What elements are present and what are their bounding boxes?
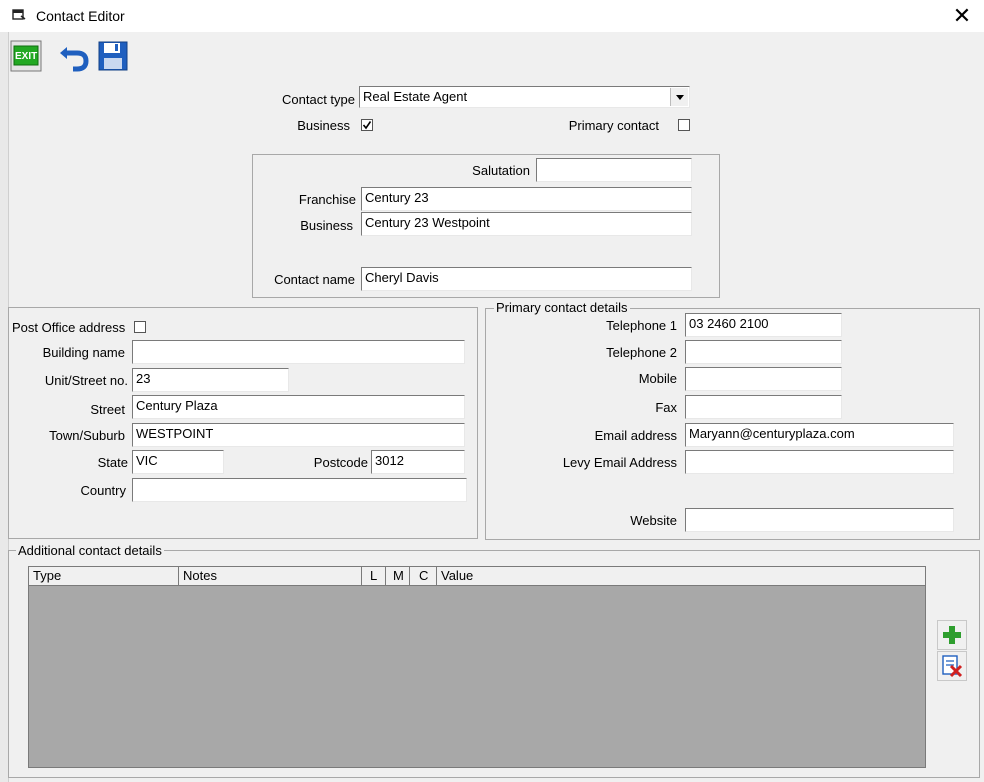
building-name-input[interactable] bbox=[132, 340, 465, 364]
levy-email-input[interactable] bbox=[685, 450, 954, 474]
title-bar: Contact Editor ✕ bbox=[0, 0, 984, 32]
save-button[interactable] bbox=[96, 39, 130, 73]
additional-contacts-grid[interactable]: Type Notes L M C Value bbox=[28, 566, 926, 768]
add-contact-detail-button[interactable] bbox=[937, 620, 967, 650]
fax-input[interactable] bbox=[685, 395, 842, 419]
column-header-m[interactable]: M bbox=[386, 567, 410, 585]
column-header-l[interactable]: L bbox=[362, 567, 386, 585]
salutation-input[interactable] bbox=[536, 158, 692, 182]
additional-contact-details-legend: Additional contact details bbox=[16, 543, 164, 558]
column-header-notes[interactable]: Notes bbox=[179, 567, 362, 585]
window-title: Contact Editor bbox=[36, 8, 125, 24]
contact-type-value: Real Estate Agent bbox=[363, 89, 468, 104]
telephone-2-label: Telephone 2 bbox=[606, 345, 677, 360]
email-address-input[interactable]: Maryann@centuryplaza.com bbox=[685, 423, 954, 447]
levy-email-label: Levy Email Address bbox=[562, 455, 677, 470]
business-name-label: Business bbox=[300, 218, 353, 233]
town-suburb-input[interactable]: WESTPOINT bbox=[132, 423, 465, 447]
fax-label: Fax bbox=[655, 400, 677, 415]
po-address-label: Post Office address bbox=[12, 320, 126, 335]
telephone-1-input[interactable]: 03 2460 2100 bbox=[685, 313, 842, 337]
save-icon bbox=[98, 41, 128, 71]
business-checkbox-label: Business bbox=[297, 118, 350, 133]
state-input[interactable]: VIC bbox=[132, 450, 224, 474]
website-label: Website bbox=[630, 513, 677, 528]
exit-button[interactable]: EXIT bbox=[9, 39, 43, 73]
postcode-label: Postcode bbox=[313, 455, 368, 470]
contact-type-label: Contact type bbox=[282, 92, 355, 107]
app-icon bbox=[12, 8, 26, 21]
close-button[interactable]: ✕ bbox=[948, 4, 976, 28]
contact-name-input[interactable]: Cheryl Davis bbox=[361, 267, 692, 291]
telephone-2-input[interactable] bbox=[685, 340, 842, 364]
undo-icon bbox=[60, 47, 89, 72]
primary-contact-checkbox[interactable] bbox=[678, 119, 690, 131]
check-icon bbox=[362, 121, 372, 130]
franchise-input[interactable]: Century 23 bbox=[361, 187, 692, 211]
mobile-label: Mobile bbox=[638, 371, 677, 386]
country-label: Country bbox=[80, 483, 126, 498]
primary-contact-label: Primary contact bbox=[568, 118, 659, 133]
email-address-label: Email address bbox=[594, 428, 677, 443]
column-header-type[interactable]: Type bbox=[29, 567, 179, 585]
grid-header: Type Notes L M C Value bbox=[29, 567, 925, 586]
town-suburb-label: Town/Suburb bbox=[49, 428, 125, 443]
po-address-checkbox[interactable] bbox=[134, 321, 146, 333]
exit-label: EXIT bbox=[15, 51, 38, 62]
country-input[interactable] bbox=[132, 478, 467, 502]
contact-name-label: Contact name bbox=[274, 272, 355, 287]
undo-button[interactable] bbox=[57, 39, 91, 73]
website-input[interactable] bbox=[685, 508, 954, 532]
street-input[interactable]: Century Plaza bbox=[132, 395, 465, 419]
building-name-label: Building name bbox=[42, 345, 125, 360]
primary-contact-details-legend: Primary contact details bbox=[494, 300, 630, 315]
salutation-label: Salutation bbox=[472, 163, 530, 178]
unit-street-label: Unit/Street no. bbox=[44, 373, 128, 388]
business-checkbox[interactable] bbox=[361, 119, 373, 131]
column-header-c[interactable]: C bbox=[410, 567, 437, 585]
close-icon: ✕ bbox=[952, 3, 972, 28]
delete-icon bbox=[942, 655, 963, 678]
mobile-input[interactable] bbox=[685, 367, 842, 391]
state-label: State bbox=[97, 455, 128, 470]
unit-street-input[interactable]: 23 bbox=[132, 368, 289, 392]
add-icon bbox=[943, 626, 961, 644]
telephone-1-label: Telephone 1 bbox=[606, 318, 677, 333]
street-label: Street bbox=[90, 402, 125, 417]
contact-type-dropdown-button[interactable] bbox=[670, 88, 688, 106]
franchise-label: Franchise bbox=[298, 192, 356, 207]
contact-type-select[interactable]: Real Estate Agent bbox=[359, 86, 690, 108]
postcode-input[interactable]: 3012 bbox=[371, 450, 465, 474]
delete-contact-detail-button[interactable] bbox=[937, 651, 967, 681]
chevron-down-icon bbox=[676, 95, 684, 100]
business-name-input[interactable]: Century 23 Westpoint bbox=[361, 212, 692, 236]
column-header-value[interactable]: Value bbox=[437, 567, 925, 585]
